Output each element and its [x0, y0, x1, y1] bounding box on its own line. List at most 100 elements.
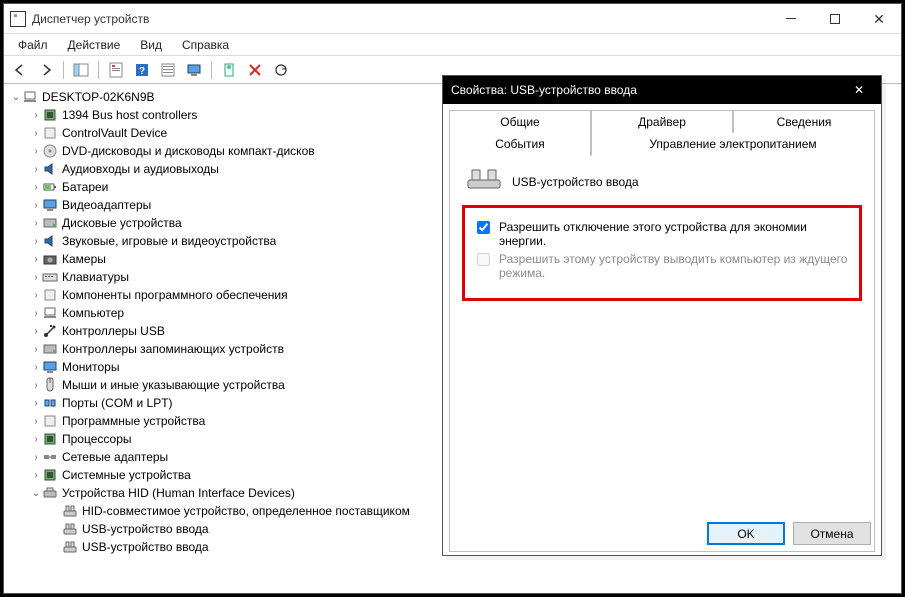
chevron-right-icon: › [30, 398, 42, 409]
chevron-right-icon: › [30, 236, 42, 247]
device-icon [466, 168, 502, 195]
tree-category-label: Процессоры [62, 432, 132, 446]
chevron-right-icon: › [30, 128, 42, 139]
tree-category-label: Камеры [62, 252, 106, 266]
refresh-icon [273, 62, 289, 78]
allow-power-off-label: Разрешить отключение этого устройства дл… [499, 220, 851, 248]
chevron-right-icon: › [30, 434, 42, 445]
chevron-right-icon: › [30, 344, 42, 355]
hid-icon [42, 485, 58, 501]
tree-category-label: Клавиатуры [62, 270, 129, 284]
tree-category-label: Сетевые адаптеры [62, 450, 168, 464]
titlebar: Диспетчер устройств ✕ [4, 4, 901, 34]
dialog-close-button[interactable]: ✕ [845, 78, 873, 102]
close-button[interactable]: ✕ [857, 4, 901, 34]
show-hide-tree-button[interactable] [69, 59, 93, 81]
chevron-right-icon: › [30, 272, 42, 283]
cancel-button[interactable]: Отмена [793, 522, 871, 545]
computer-icon [22, 89, 38, 105]
tree-category-label: DVD-дисководы и дисководы компакт-дисков [62, 144, 315, 158]
menu-action[interactable]: Действие [60, 36, 129, 54]
close-icon: ✕ [854, 83, 864, 97]
tree-category-label: Программные устройства [62, 414, 205, 428]
close-icon: ✕ [873, 12, 885, 26]
tree-category-label: Компьютер [62, 306, 124, 320]
tab-power[interactable]: Управление электропитанием [591, 133, 875, 156]
enable-device-button[interactable] [217, 59, 241, 81]
computer-icon [42, 305, 58, 321]
chevron-down-icon: ⌄ [10, 92, 22, 103]
view-button[interactable] [156, 59, 180, 81]
properties-icon [108, 62, 124, 78]
tab-driver[interactable]: Драйвер [591, 110, 733, 133]
drive-icon [42, 215, 58, 231]
dialog-titlebar: Свойства: USB-устройство ввода ✕ [443, 76, 881, 104]
help-button[interactable] [130, 59, 154, 81]
properties-dialog: Свойства: USB-устройство ввода ✕ Общие Д… [442, 75, 882, 556]
scan-button[interactable] [182, 59, 206, 81]
monitor-icon [186, 62, 202, 78]
display-icon [42, 197, 58, 213]
tree-device-label: USB-устройство ввода [82, 522, 209, 536]
tab-events[interactable]: События [449, 133, 591, 156]
menubar: Файл Действие Вид Справка [4, 34, 901, 56]
tab-general[interactable]: Общие [449, 110, 591, 133]
dialog-title: Свойства: USB-устройство ввода [451, 83, 637, 97]
net-icon [42, 449, 58, 465]
minimize-button[interactable] [769, 4, 813, 34]
tree-category-label: Звуковые, игровые и видеоустройства [62, 234, 276, 248]
device-name-label: USB-устройство ввода [512, 175, 639, 189]
chevron-right-icon: › [30, 362, 42, 373]
device-remove-icon [247, 62, 263, 78]
forward-button[interactable] [34, 59, 58, 81]
ok-button[interactable]: OK [707, 522, 785, 545]
tree-category-label: 1394 Bus host controllers [62, 108, 197, 122]
device-enable-icon [221, 62, 237, 78]
tab-details[interactable]: Сведения [733, 110, 875, 133]
refresh-button[interactable] [269, 59, 293, 81]
back-button[interactable] [8, 59, 32, 81]
disc-icon [42, 143, 58, 159]
chevron-right-icon: › [30, 146, 42, 157]
chevron-right-icon: › [30, 200, 42, 211]
tree-category-label: Контроллеры запоминающих устройств [62, 342, 284, 356]
properties-button[interactable] [104, 59, 128, 81]
sw-icon [42, 287, 58, 303]
port-icon [42, 395, 58, 411]
chevron-right-icon: › [30, 326, 42, 337]
hid-device-icon [62, 503, 78, 519]
tree-category-label: Устройства HID (Human Interface Devices) [62, 486, 295, 500]
tree-device-label: USB-устройство ввода [82, 540, 209, 554]
tree-category-label: Видеоадаптеры [62, 198, 151, 212]
menu-file[interactable]: Файл [10, 36, 56, 54]
list-icon [160, 62, 176, 78]
cpu-icon [42, 431, 58, 447]
allow-power-off-row[interactable]: Разрешить отключение этого устройства дл… [473, 220, 851, 248]
hid-device-icon [62, 539, 78, 555]
menu-view[interactable]: Вид [132, 36, 170, 54]
arrow-right-icon [38, 62, 54, 78]
chevron-right-icon: › [30, 452, 42, 463]
panel-icon [73, 62, 89, 78]
maximize-button[interactable] [813, 4, 857, 34]
chevron-down-icon: ⌄ [30, 488, 42, 499]
window-title: Диспетчер устройств [32, 12, 149, 26]
hid-device-icon [62, 521, 78, 537]
chevron-right-icon: › [30, 182, 42, 193]
tabs-row-2: События Управление электропитанием [449, 133, 875, 156]
tree-root-label: DESKTOP-02K6N9B [42, 90, 155, 104]
highlight-box: Разрешить отключение этого устройства дл… [462, 205, 862, 301]
tree-category-label: Дисковые устройства [62, 216, 182, 230]
allow-wake-checkbox [477, 253, 490, 266]
allow-power-off-checkbox[interactable] [477, 221, 490, 234]
tree-category-label: Порты (COM и LPT) [62, 396, 173, 410]
sys-icon [42, 467, 58, 483]
minimize-icon [786, 18, 796, 19]
tree-category-label: Компоненты программного обеспечения [62, 288, 288, 302]
chevron-right-icon: › [30, 380, 42, 391]
camera-icon [42, 251, 58, 267]
uninstall-device-button[interactable] [243, 59, 267, 81]
storage-icon [42, 341, 58, 357]
menu-help[interactable]: Справка [174, 36, 237, 54]
audio-icon [42, 161, 58, 177]
